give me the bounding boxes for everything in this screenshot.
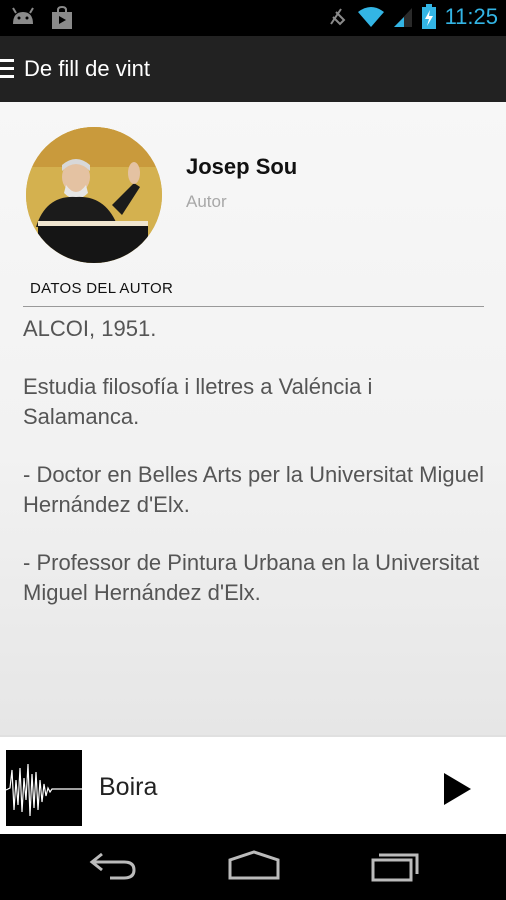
track-title[interactable]: Boira xyxy=(99,773,157,802)
hamburger-menu-icon[interactable] xyxy=(0,59,14,79)
action-bar: De fill de vint xyxy=(0,36,506,102)
recent-apps-icon[interactable] xyxy=(370,848,422,882)
back-icon[interactable] xyxy=(88,848,138,882)
author-detail-panel: Josep Sou Autor DATOS DEL AUTOR ALCOI, 1… xyxy=(0,102,506,735)
author-bio: ALCOI, 1951. Estudia filosofía i lletres… xyxy=(23,314,493,636)
status-bar: 11:25 xyxy=(0,0,506,36)
vibrate-icon xyxy=(329,8,345,26)
bio-paragraph: ALCOI, 1951. xyxy=(23,316,157,341)
author-role: Autor xyxy=(186,192,227,211)
android-debug-icon xyxy=(12,7,34,24)
waveform-thumbnail[interactable] xyxy=(5,750,82,826)
author-name: Josep Sou xyxy=(186,154,298,179)
bio-paragraph: - Professor de Pintura Urbana en la Univ… xyxy=(23,550,480,605)
battery-charging-icon xyxy=(421,4,436,29)
app-title[interactable]: De fill de vint xyxy=(24,56,150,82)
bio-paragraph: Estudia filosofía i lletres a Valéncia i… xyxy=(23,374,373,429)
shopping-bag-icon xyxy=(52,6,72,29)
play-icon[interactable] xyxy=(444,773,471,805)
author-avatar xyxy=(26,127,162,263)
mini-player[interactable]: Boira xyxy=(0,735,506,834)
home-icon[interactable] xyxy=(226,848,282,882)
bio-paragraph: - Doctor en Belles Arts per la Universit… xyxy=(23,462,484,517)
signal-icon xyxy=(393,8,412,27)
section-divider xyxy=(23,306,484,307)
status-time: 11:25 xyxy=(444,4,498,29)
navigation-bar xyxy=(0,834,506,900)
wifi-icon xyxy=(357,7,384,27)
section-label: DATOS DEL AUTOR xyxy=(30,280,174,297)
